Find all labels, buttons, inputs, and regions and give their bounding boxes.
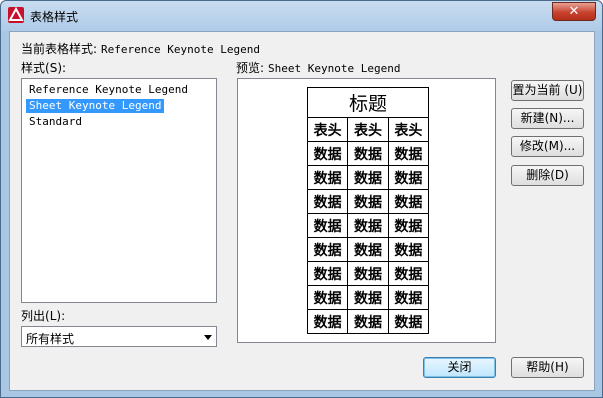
preview-data-row: 数据 数据 数据 bbox=[306, 261, 430, 286]
preview-data-cell: 数据 bbox=[387, 141, 430, 166]
delete-style-button[interactable]: 删除(D) bbox=[511, 165, 584, 186]
list-filter-value: 所有样式 bbox=[26, 332, 75, 346]
styles-listbox[interactable]: Reference Keynote Legend Sheet Keynote L… bbox=[21, 78, 217, 303]
preview-data-cell: 数据 bbox=[347, 309, 389, 334]
preview-data-cell: 数据 bbox=[306, 261, 349, 286]
preview-data-row: 数据 数据 数据 bbox=[306, 165, 430, 190]
style-item-sheet-keynote-legend[interactable]: Sheet Keynote Legend bbox=[26, 99, 165, 113]
close-button[interactable]: 关闭 bbox=[423, 357, 496, 378]
preview-data-cell: 数据 bbox=[387, 189, 430, 214]
preview-table-title: 标题 bbox=[307, 87, 429, 118]
preview-data-cell: 数据 bbox=[306, 141, 349, 166]
table-preview-panel: 标题 表头 表头 表头 数据 数据 数据 数据 数据 数据 数据 数据 数据 数据 数据 数据 数据 数据… bbox=[237, 78, 496, 343]
preview-data-cell: 数据 bbox=[306, 213, 349, 238]
preview-table: 标题 表头 表头 表头 数据 数据 数据 数据 数据 数据 数据 数据 数据 数据 数据 数据 数据 数据… bbox=[306, 87, 430, 334]
help-button[interactable]: 帮助(H) bbox=[511, 357, 584, 378]
preview-data-cell: 数据 bbox=[347, 189, 389, 214]
preview-data-row: 数据 数据 数据 bbox=[306, 237, 430, 262]
preview-data-cell: 数据 bbox=[306, 237, 349, 262]
style-item-reference-keynote-legend[interactable]: Reference Keynote Legend bbox=[26, 83, 191, 97]
preview-data-row: 数据 数据 数据 bbox=[306, 213, 430, 238]
new-style-button[interactable]: 新建(N)... bbox=[511, 108, 584, 129]
preview-style-name: Sheet Keynote Legend bbox=[268, 62, 401, 75]
chevron-down-icon bbox=[204, 335, 212, 340]
styles-label: 样式(S): bbox=[21, 61, 67, 75]
preview-data-cell: 数据 bbox=[387, 285, 430, 310]
preview-data-row: 数据 数据 数据 bbox=[306, 309, 430, 334]
modify-style-button[interactable]: 修改(M)... bbox=[511, 136, 584, 157]
autocad-app-icon bbox=[8, 7, 24, 23]
preview-data-cell: 数据 bbox=[347, 213, 389, 238]
set-current-button[interactable]: 置为当前 (U) bbox=[511, 80, 584, 101]
dialog-client-area: 当前表格样式: Reference Keynote Legend 样式(S): R… bbox=[9, 31, 595, 391]
style-item-standard[interactable]: Standard bbox=[26, 115, 85, 129]
preview-header-cell: 表头 bbox=[347, 117, 389, 142]
preview-data-cell: 数据 bbox=[306, 165, 349, 190]
preview-data-cell: 数据 bbox=[387, 213, 430, 238]
current-style-label: 当前表格样式: Reference Keynote Legend bbox=[21, 42, 260, 56]
preview-header-cell: 表头 bbox=[387, 117, 430, 142]
preview-data-row: 数据 数据 数据 bbox=[306, 141, 430, 166]
preview-data-cell: 数据 bbox=[387, 165, 430, 190]
preview-data-cell: 数据 bbox=[347, 285, 389, 310]
preview-data-cell: 数据 bbox=[347, 141, 389, 166]
preview-data-cell: 数据 bbox=[347, 237, 389, 262]
preview-data-cell: 数据 bbox=[387, 309, 430, 334]
preview-data-cell: 数据 bbox=[387, 237, 430, 262]
preview-data-cell: 数据 bbox=[347, 261, 389, 286]
preview-data-cell: 数据 bbox=[347, 165, 389, 190]
close-window-button[interactable]: ✕ bbox=[552, 2, 596, 21]
preview-header-cell: 表头 bbox=[306, 117, 349, 142]
current-style-value: Reference Keynote Legend bbox=[101, 43, 260, 56]
preview-label: 预览: Sheet Keynote Legend bbox=[236, 61, 401, 75]
title-bar[interactable]: 表格样式 ✕ bbox=[1, 1, 602, 31]
list-filter-label: 列出(L): bbox=[21, 309, 66, 323]
preview-data-cell: 数据 bbox=[306, 309, 349, 334]
window-title: 表格样式 bbox=[30, 10, 79, 24]
list-filter-select[interactable]: 所有样式 bbox=[21, 326, 217, 347]
preview-data-row: 数据 数据 数据 bbox=[306, 285, 430, 310]
preview-data-cell: 数据 bbox=[306, 285, 349, 310]
preview-data-cell: 数据 bbox=[306, 189, 349, 214]
preview-data-cell: 数据 bbox=[387, 261, 430, 286]
table-style-dialog: 表格样式 ✕ 当前表格样式: Reference Keynote Legend 样… bbox=[0, 0, 603, 398]
preview-data-row: 数据 数据 数据 bbox=[306, 189, 430, 214]
